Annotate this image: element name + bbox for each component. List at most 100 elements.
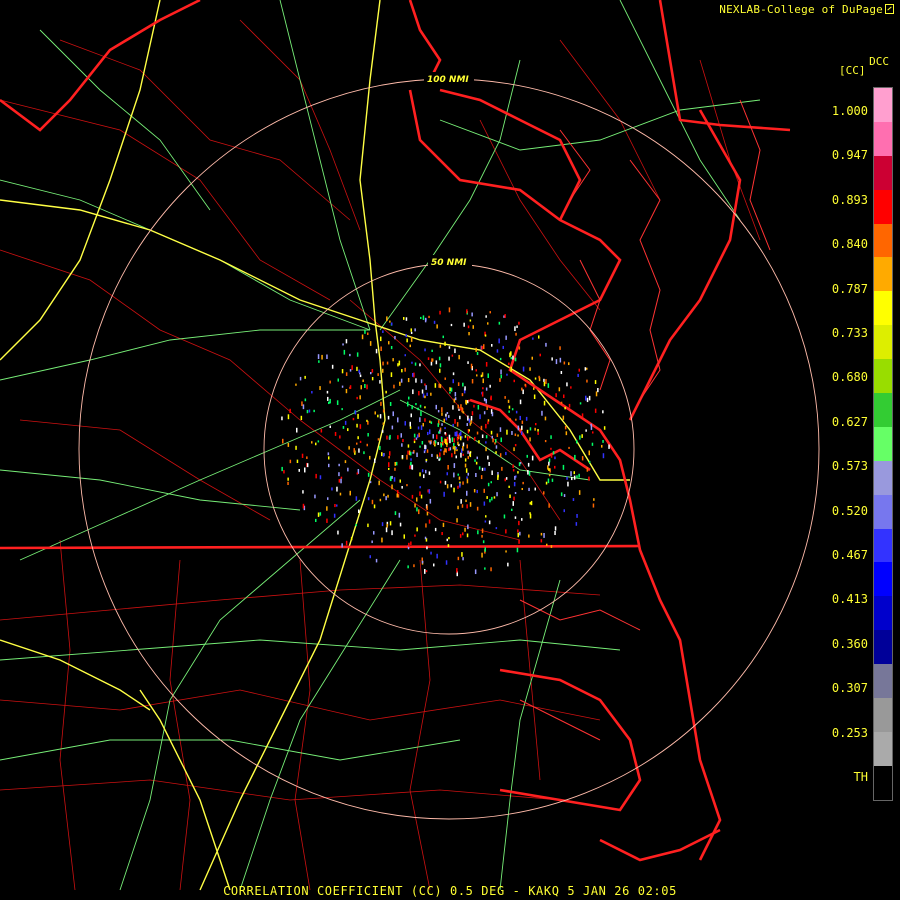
radar-return [448, 415, 450, 418]
radar-return [430, 421, 433, 424]
radar-return [386, 523, 388, 528]
color-scale-swatch [874, 562, 892, 597]
radar-return [436, 553, 438, 559]
radar-return [518, 520, 520, 526]
radar-return [420, 316, 422, 320]
radar-return [529, 437, 531, 442]
source-credit[interactable]: NEXLAB-College of DuPage [719, 3, 894, 16]
radar-return [532, 337, 534, 340]
radar-return [595, 391, 598, 397]
radar-return [441, 412, 443, 416]
radar-return [519, 531, 521, 536]
radar-return [576, 440, 578, 444]
radar-return [550, 435, 552, 439]
radar-return [548, 468, 550, 471]
radar-return [528, 470, 531, 476]
radar-return [594, 380, 597, 384]
radar-return [287, 477, 289, 481]
radar-return [302, 490, 304, 494]
radar-return [563, 394, 565, 398]
radar-return [425, 385, 427, 390]
radar-return [371, 540, 373, 544]
radar-return [515, 418, 517, 421]
radar-return [349, 490, 351, 496]
radar-return [385, 496, 387, 501]
radar-return [300, 415, 303, 421]
radar-return [356, 423, 358, 428]
radar-return [487, 373, 489, 378]
radar-return [410, 413, 412, 418]
radar-return [326, 506, 328, 511]
radar-return [385, 390, 387, 394]
radar-return [377, 414, 379, 418]
radar-return [409, 421, 411, 427]
radar-return [550, 545, 553, 548]
radar-return [370, 372, 372, 375]
radar-return [417, 426, 420, 430]
radar-return [559, 357, 562, 363]
radar-return [428, 489, 431, 494]
external-link-icon[interactable] [885, 4, 894, 14]
radar-return [380, 401, 382, 406]
radar-return [424, 444, 426, 450]
radar-return [445, 413, 447, 417]
radar-return [344, 420, 347, 425]
radar-return [412, 389, 414, 395]
color-scale-swatch [874, 393, 892, 427]
radar-return [483, 411, 486, 415]
radar-return [481, 528, 484, 534]
radar-return [509, 494, 511, 499]
radar-return [454, 450, 456, 455]
color-scale-tick: 0.787 [831, 281, 868, 296]
radar-return [469, 502, 472, 507]
radar-map[interactable]: 50 NMI 100 NMI [0, 0, 900, 900]
radar-return [343, 349, 346, 355]
product-caption: CORRELATION COEFFICIENT (CC) 0.5 DEG - K… [223, 884, 677, 898]
radar-return [444, 427, 446, 430]
radar-return [585, 395, 587, 401]
radar-return [562, 464, 565, 470]
radar-return [390, 476, 392, 482]
radar-return [578, 368, 580, 372]
radar-return [485, 362, 488, 367]
radar-return [331, 487, 333, 491]
radar-return [525, 416, 528, 421]
radar-return [512, 501, 514, 506]
radar-return [500, 374, 502, 379]
radar-return [338, 472, 340, 477]
radar-return [550, 454, 553, 458]
radar-return [394, 467, 396, 471]
radar-return [408, 396, 410, 400]
radar-return [406, 484, 408, 487]
radar-return [568, 403, 571, 408]
radar-return [554, 526, 557, 531]
radar-return [381, 429, 384, 433]
radar-return [369, 555, 371, 559]
radar-return [484, 520, 487, 523]
color-scale-tick: 0.840 [831, 237, 868, 252]
radar-return [385, 527, 388, 533]
radar-return [446, 444, 448, 447]
radar-return [565, 431, 568, 436]
radar-return [366, 384, 368, 390]
radar-return [448, 448, 450, 451]
radar-return [399, 382, 401, 386]
radar-return [468, 332, 470, 336]
radar-return [424, 449, 426, 452]
radar-return [418, 432, 420, 438]
color-scale-tick: 0.413 [831, 592, 868, 607]
radar-return [311, 441, 313, 444]
radar-return [401, 455, 404, 459]
radar-return [392, 411, 394, 417]
radar-return [511, 408, 514, 411]
radar-return [441, 423, 443, 426]
radar-return [581, 434, 583, 438]
source-credit-text: NEXLAB-College of DuPage [719, 3, 883, 16]
color-scale-swatch [874, 494, 892, 529]
radar-return [422, 393, 425, 398]
radar-return [406, 454, 408, 460]
radar-return [484, 567, 486, 570]
radar-return [369, 341, 372, 346]
radar-return [601, 444, 603, 448]
range-ring-50-label: 50 NMI [431, 258, 467, 268]
